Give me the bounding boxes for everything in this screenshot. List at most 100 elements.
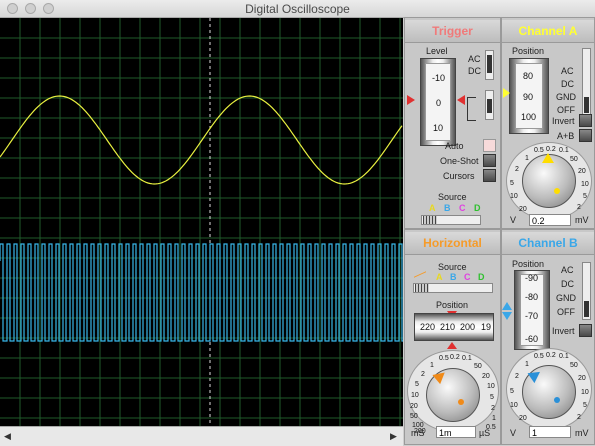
horizontal-source-b[interactable]: B (450, 272, 457, 282)
trigger-dc-label: DC (468, 66, 481, 76)
channel-a-dc: DC (561, 79, 574, 89)
horizontal-position-drum[interactable]: 220 210 200 19 (414, 313, 494, 341)
svg-text:20: 20 (482, 373, 490, 380)
trigger-coupling-switch[interactable] (485, 50, 494, 80)
channel-a-knob-pointer-icon (542, 153, 554, 163)
svg-text:2: 2 (515, 166, 519, 173)
channel-a-position-drum[interactable]: 80 90 100 (509, 58, 549, 134)
title-bar: Digital Oscilloscope (0, 0, 595, 18)
channel-b-invert-button[interactable] (579, 324, 592, 337)
svg-text:5: 5 (583, 193, 587, 200)
level-marker-right-icon (457, 95, 465, 105)
horizontal-position-label: Position (436, 300, 469, 310)
horizontal-scrollbar[interactable]: ◀ ▶ (0, 426, 403, 446)
cursors-label: Cursors (443, 171, 475, 181)
channel-b-knob-dot-icon (554, 397, 560, 403)
svg-text:0.1: 0.1 (559, 147, 569, 154)
svg-text:5: 5 (510, 388, 514, 395)
svg-text:2: 2 (577, 204, 581, 211)
channel-b-coupling-switch[interactable] (582, 262, 591, 320)
svg-text:0.2: 0.2 (546, 146, 556, 153)
channel-b-marker-down-icon (502, 312, 512, 320)
aplusb-label: A+B (557, 131, 575, 141)
channel-a-scale-field[interactable]: 0.2 (529, 214, 571, 226)
svg-text:0.5: 0.5 (439, 355, 449, 362)
svg-text:50: 50 (570, 156, 578, 163)
horizontal-source-d[interactable]: D (478, 272, 485, 282)
channel-a-position-label: Position (512, 46, 545, 56)
channel-b-title: Channel B (502, 232, 594, 255)
channel-b-position-drum[interactable]: -90 -80 -70 -60 (514, 270, 550, 350)
trigger-source-slider[interactable] (421, 215, 481, 225)
channel-b-gnd: GND (556, 293, 576, 303)
svg-text:50: 50 (410, 413, 418, 420)
trigger-source-d[interactable]: D (474, 203, 481, 213)
trigger-edge-switch[interactable] (485, 90, 494, 120)
svg-text:0.1: 0.1 (462, 355, 472, 362)
channel-a-marker-icon (503, 88, 510, 98)
svg-text:10: 10 (510, 193, 518, 200)
channel-b-off: OFF (557, 307, 575, 317)
svg-text:2: 2 (515, 373, 519, 380)
trigger-source-label: Source (438, 192, 467, 202)
horizontal-scale-field[interactable]: 1m (436, 426, 476, 438)
svg-text:5: 5 (415, 381, 419, 388)
channel-a-invert-button[interactable] (579, 114, 592, 127)
window-title: Digital Oscilloscope (245, 2, 350, 16)
channel-b-dc: DC (561, 279, 574, 289)
channel-b-unit-right: mV (575, 428, 589, 438)
svg-text:10: 10 (581, 389, 589, 396)
svg-text:50: 50 (570, 362, 578, 369)
svg-text:0.5: 0.5 (534, 353, 544, 360)
channel-a-gnd: GND (556, 92, 576, 102)
channel-b-unit-left: V (510, 428, 517, 438)
svg-text:50: 50 (474, 363, 482, 370)
svg-text:20: 20 (578, 375, 586, 382)
channel-b-panel: Channel B Position -90 -80 -70 -60 AC DC… (501, 229, 595, 445)
svg-text:10: 10 (411, 392, 419, 399)
channel-a-coupling-switch[interactable] (582, 48, 591, 116)
svg-text:0.2: 0.2 (546, 352, 556, 359)
channel-b-marker-icon (502, 302, 512, 310)
channel-b-invert-label: Invert (552, 326, 575, 336)
auto-button[interactable] (483, 139, 496, 152)
horizontal-panel: Horizontal Source A B C D Position 220 2… (404, 229, 501, 445)
svg-text:5: 5 (510, 180, 514, 187)
svg-text:2: 2 (421, 371, 425, 378)
channel-b-scale-field[interactable]: 1 (529, 426, 571, 438)
channel-a-knob-dot-icon (554, 188, 560, 194)
trigger-level-drum[interactable]: -10 0 10 (420, 58, 456, 146)
scroll-right-icon[interactable]: ▶ (390, 431, 397, 442)
svg-text:10: 10 (510, 402, 518, 409)
trigger-panel: Trigger Level -10 0 10 AC DC Auto One-Sh… (404, 17, 501, 229)
level-marker-left-icon (407, 95, 415, 105)
oneshot-label: One-Shot (440, 156, 479, 166)
level-label: Level (426, 46, 448, 56)
horizontal-marker-bottom-icon (447, 342, 457, 349)
oscilloscope-screen (0, 18, 403, 426)
aplusb-button[interactable] (579, 129, 592, 142)
cursors-button[interactable] (483, 169, 496, 182)
trigger-ac-label: AC (468, 54, 481, 64)
screen-grid (0, 18, 403, 426)
channel-a-unit-right: mV (575, 215, 589, 225)
horizontal-unit-left: mS (411, 428, 425, 438)
horizontal-source-c[interactable]: C (464, 272, 471, 282)
svg-text:20: 20 (578, 168, 586, 175)
channel-a-unit-left: V (510, 215, 517, 225)
horizontal-source-a[interactable]: A (436, 272, 443, 282)
channel-a-title: Channel A (502, 20, 594, 43)
oneshot-button[interactable] (483, 154, 496, 167)
trigger-source-c[interactable]: C (459, 203, 466, 213)
trigger-source-b[interactable]: B (444, 203, 451, 213)
trigger-edge-icon (467, 97, 476, 121)
trigger-title: Trigger (405, 20, 500, 43)
horizontal-source-label: Source (438, 262, 467, 272)
svg-text:1: 1 (525, 155, 529, 162)
horizontal-knob-dot-icon (458, 399, 464, 405)
scroll-left-icon[interactable]: ◀ (4, 431, 11, 442)
horizontal-source-slider[interactable] (413, 283, 493, 293)
trigger-source-a[interactable]: A (429, 203, 436, 213)
svg-text:2: 2 (491, 405, 495, 412)
channel-b-ac: AC (561, 265, 574, 275)
